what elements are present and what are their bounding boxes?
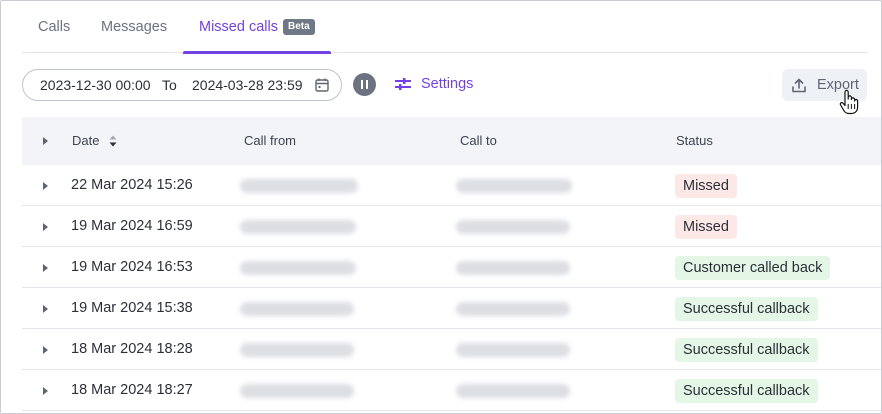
settings-label: Settings <box>421 76 474 92</box>
hand-cursor-icon <box>839 89 859 115</box>
calendar-icon[interactable] <box>315 78 329 92</box>
table-row[interactable]: 19 Mar 2024 16:59 Missed <box>22 206 881 247</box>
tab-missed-calls-label: Missed calls <box>199 19 278 35</box>
header-status: Status <box>676 133 713 148</box>
call-from-redacted <box>240 384 354 398</box>
sort-icon[interactable] <box>108 133 118 149</box>
header-call-from: Call from <box>244 133 297 148</box>
header-date[interactable]: Date <box>72 133 99 148</box>
expand-caret-icon[interactable] <box>43 223 48 231</box>
pause-button[interactable] <box>353 73 376 96</box>
status-badge: Missed <box>675 174 737 198</box>
tab-calls-label: Calls <box>38 19 71 35</box>
call-from-redacted <box>240 343 354 357</box>
tab-messages[interactable]: Messages <box>101 1 167 53</box>
date-to-value[interactable]: 2024-03-28 23:59 <box>192 77 303 93</box>
call-to-redacted <box>456 261 570 275</box>
call-from-redacted <box>240 179 358 193</box>
active-tab-indicator <box>183 51 331 54</box>
beta-badge: Beta <box>282 19 315 35</box>
call-to-redacted <box>456 384 570 398</box>
status-badge: Successful callback <box>675 338 818 362</box>
tab-bar: Calls Messages Missed calls Beta <box>22 1 868 54</box>
expand-caret-icon[interactable] <box>43 346 48 354</box>
expand-caret-icon[interactable] <box>43 264 48 272</box>
tab-calls[interactable]: Calls <box>38 1 70 53</box>
status-badge: Customer called back <box>675 256 831 280</box>
call-to-redacted <box>456 302 570 316</box>
call-from-redacted <box>240 302 354 316</box>
table-row[interactable]: 19 Mar 2024 16:53 Customer called back <box>22 247 881 288</box>
table-row[interactable]: 19 Mar 2024 15:38 Successful callback <box>22 288 881 329</box>
status-badge: Missed <box>675 215 737 239</box>
row-date: 19 Mar 2024 16:53 <box>71 259 193 275</box>
call-to-redacted <box>456 179 572 193</box>
expand-caret-icon[interactable] <box>43 305 48 313</box>
expand-all-caret-icon[interactable] <box>43 137 48 145</box>
table-row[interactable]: 18 Mar 2024 18:28 Successful callback <box>22 329 881 370</box>
table-row[interactable]: 22 Mar 2024 15:26 Missed <box>22 165 881 206</box>
status-badge: Successful callback <box>675 379 818 403</box>
call-to-redacted <box>456 343 570 357</box>
date-range-picker[interactable]: 2023-12-30 00:00 To 2024-03-28 23:59 <box>22 69 342 101</box>
upload-icon <box>792 78 806 92</box>
call-from-redacted <box>240 261 356 275</box>
date-to-label: To <box>162 77 177 93</box>
row-date: 19 Mar 2024 16:59 <box>71 218 193 234</box>
row-date: 19 Mar 2024 15:38 <box>71 300 193 316</box>
expand-caret-icon[interactable] <box>43 387 48 395</box>
table-row[interactable]: 18 Mar 2024 18:27 Successful callback <box>22 370 881 411</box>
row-date: 18 Mar 2024 18:28 <box>71 341 193 357</box>
expand-caret-icon[interactable] <box>43 182 48 190</box>
date-from-value[interactable]: 2023-12-30 00:00 <box>40 77 151 93</box>
call-from-redacted <box>240 220 356 234</box>
table-header: Date Call from Call to Status <box>22 117 881 165</box>
missed-calls-panel: Calls Messages Missed calls Beta 2023-12… <box>0 0 882 414</box>
settings-button[interactable]: Settings <box>394 73 473 95</box>
row-date: 22 Mar 2024 15:26 <box>71 177 193 193</box>
status-badge: Successful callback <box>675 297 818 321</box>
tab-missed-calls[interactable]: Missed calls Beta <box>183 1 331 54</box>
settings-sliders-icon <box>395 78 411 90</box>
header-call-to: Call to <box>460 133 497 148</box>
tab-messages-label: Messages <box>101 19 168 35</box>
call-to-redacted <box>456 220 570 234</box>
pause-icon <box>360 80 364 89</box>
row-date: 18 Mar 2024 18:27 <box>71 382 193 398</box>
